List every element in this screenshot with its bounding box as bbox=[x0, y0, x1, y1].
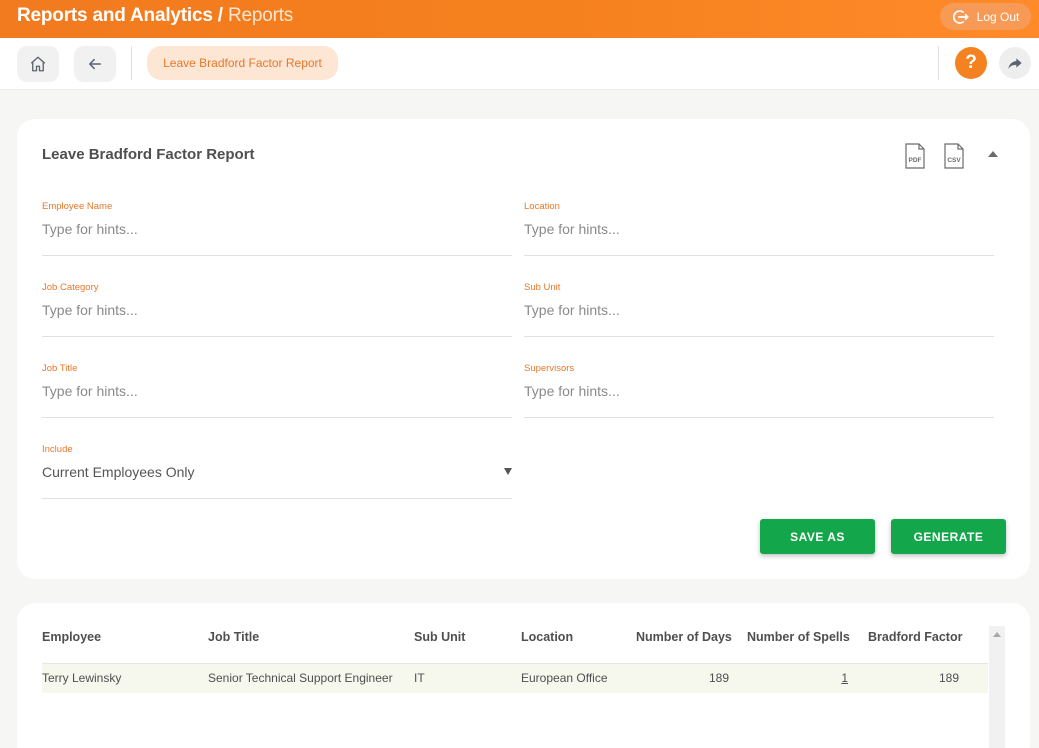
title-separator: / bbox=[217, 5, 223, 26]
tab-leave-bradford-factor-report[interactable]: Leave Bradford Factor Report bbox=[147, 46, 338, 80]
results-table-card: Employee Job Title Sub Unit Location Num… bbox=[17, 603, 1030, 748]
share-button[interactable] bbox=[999, 47, 1031, 79]
supervisors-label: Supervisors bbox=[524, 363, 575, 374]
generate-button[interactable]: GENERATE bbox=[891, 519, 1006, 554]
location-input[interactable] bbox=[524, 218, 994, 240]
csv-export-icon[interactable]: CSV bbox=[943, 143, 965, 169]
help-button[interactable]: ? bbox=[955, 47, 987, 79]
column-header-employee: Employee bbox=[42, 630, 102, 644]
toolbar-divider bbox=[131, 46, 132, 80]
sub-unit-label: Sub Unit bbox=[524, 282, 561, 293]
column-header-sub-unit: Sub Unit bbox=[414, 630, 466, 644]
report-title: Leave Bradford Factor Report bbox=[42, 146, 255, 163]
include-label: Include bbox=[42, 444, 73, 455]
cell-sub-unit: IT bbox=[414, 671, 425, 685]
toolbar-divider-right bbox=[938, 46, 939, 80]
job-title-input[interactable] bbox=[42, 380, 512, 402]
pdf-label: PDF bbox=[909, 157, 922, 164]
logout-label: Log Out bbox=[976, 9, 1020, 24]
report-filter-card: Leave Bradford Factor Report PDF CSV Emp… bbox=[17, 119, 1030, 579]
page-title: Reports and Analytics / Reports bbox=[17, 5, 293, 27]
employee-name-input[interactable] bbox=[42, 218, 512, 240]
home-icon bbox=[30, 56, 46, 72]
table-scrollbar[interactable] bbox=[989, 626, 1005, 748]
logout-icon bbox=[952, 9, 969, 24]
dropdown-caret-icon[interactable] bbox=[504, 468, 512, 475]
column-header-job-title: Job Title bbox=[208, 630, 260, 644]
job-category-label: Job Category bbox=[42, 282, 99, 293]
home-button[interactable] bbox=[17, 46, 59, 82]
job-category-field: Job Category bbox=[42, 282, 512, 337]
employee-name-field: Employee Name bbox=[42, 201, 512, 256]
module-title: Reports and Analytics bbox=[17, 5, 213, 26]
include-select[interactable]: Include Current Employees Only bbox=[42, 444, 512, 499]
cell-job-title: Senior Technical Support Engineer bbox=[208, 671, 393, 685]
column-header-bradford-factor: Bradford Factor bbox=[868, 630, 963, 644]
save-as-button[interactable]: SAVE AS bbox=[760, 519, 875, 554]
toolbar: Leave Bradford Factor Report ? bbox=[0, 38, 1039, 90]
location-field: Location bbox=[524, 201, 994, 256]
location-label: Location bbox=[524, 201, 560, 212]
cell-employee: Terry Lewinsky bbox=[42, 671, 122, 685]
employee-name-label: Employee Name bbox=[42, 201, 113, 212]
csv-label: CSV bbox=[947, 157, 961, 164]
job-title-field: Job Title bbox=[42, 363, 512, 418]
breadcrumb-reports[interactable]: Reports bbox=[228, 5, 293, 26]
arrow-left-icon bbox=[89, 58, 101, 70]
supervisors-field: Supervisors bbox=[524, 363, 994, 418]
sub-unit-input[interactable] bbox=[524, 299, 994, 321]
column-header-number-of-days: Number of Days bbox=[636, 630, 732, 644]
share-arrow-icon bbox=[1008, 58, 1022, 69]
include-selected-value: Current Employees Only bbox=[42, 464, 195, 480]
column-header-number-of-spells: Number of Spells bbox=[747, 630, 850, 644]
collapse-caret-icon[interactable] bbox=[988, 151, 998, 157]
logout-button[interactable]: Log Out bbox=[940, 3, 1031, 30]
cell-location: European Office bbox=[521, 671, 608, 685]
back-button[interactable] bbox=[74, 46, 116, 82]
pdf-export-icon[interactable]: PDF bbox=[904, 143, 926, 169]
scroll-up-arrow-icon[interactable] bbox=[993, 632, 1001, 637]
cell-number-of-days: 189 bbox=[708, 671, 729, 685]
sub-unit-field: Sub Unit bbox=[524, 282, 994, 337]
cell-number-of-spells-link[interactable]: 1 bbox=[788, 671, 848, 685]
top-bar: Reports and Analytics / Reports Log Out bbox=[0, 0, 1039, 38]
column-header-location: Location bbox=[521, 630, 574, 644]
supervisors-input[interactable] bbox=[524, 380, 994, 402]
cell-bradford-factor: 189 bbox=[938, 671, 959, 685]
job-category-input[interactable] bbox=[42, 299, 512, 321]
job-title-label: Job Title bbox=[42, 363, 78, 374]
